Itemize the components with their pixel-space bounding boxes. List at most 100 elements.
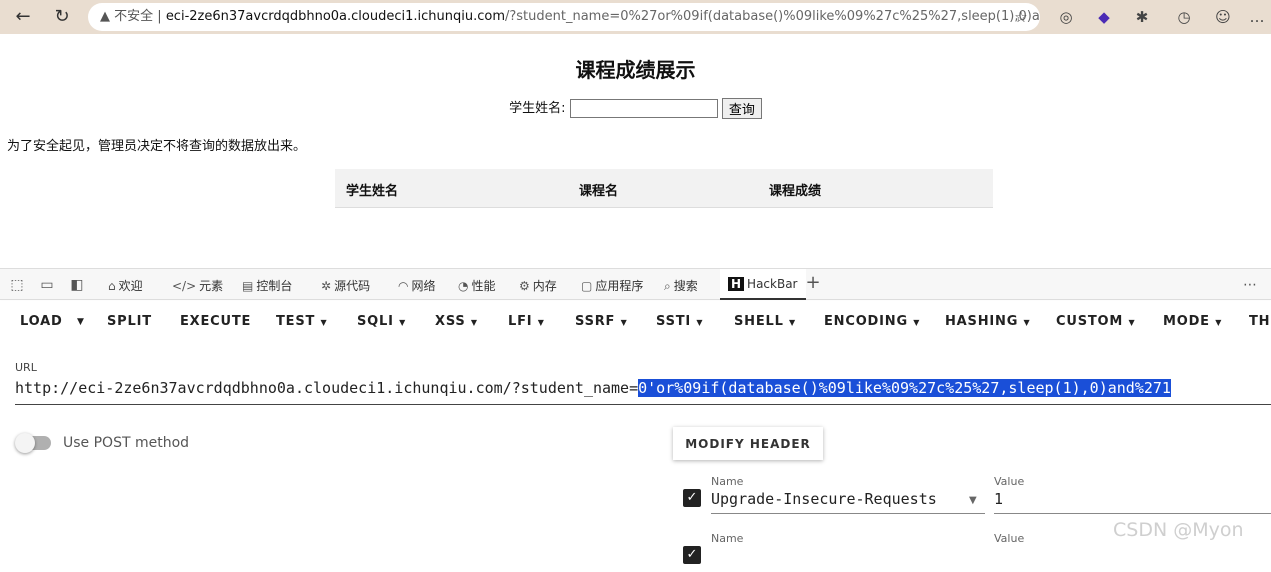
col-course-grade: 课程成绩: [769, 184, 822, 199]
hackbar-panel: URL http://eci-2ze6n37avcrdqdbhno0a.clou…: [0, 341, 1271, 564]
gauge-icon: ◔: [458, 279, 469, 293]
code-icon: </>: [172, 279, 197, 293]
menu-ssrf[interactable]: SSRF ▼: [575, 314, 628, 329]
url-prefix: http://eci-2ze6n37avcrdqdbhno0a.cloudeci…: [15, 379, 639, 397]
notice-text: 为了安全起见，管理员决定不将查询的数据放出来。: [7, 139, 307, 154]
app-icon: ▢: [581, 279, 593, 293]
header-checkbox[interactable]: ✓: [683, 489, 701, 507]
header-name-select[interactable]: Upgrade-Insecure-Requests: [711, 490, 985, 514]
more-menu-icon[interactable]: …: [1246, 6, 1268, 28]
menu-mode[interactable]: MODE ▼: [1163, 314, 1222, 329]
extension-diamond-icon[interactable]: ◆: [1093, 6, 1115, 28]
url-selected-payload: 0'or%09if(database()%09like%09%27c%25%27…: [638, 379, 1171, 397]
grades-table-header: 学生姓名 课程名 课程成绩: [335, 169, 993, 208]
menu-execute[interactable]: EXECUTE: [180, 314, 251, 329]
query-button[interactable]: 查询: [721, 98, 762, 119]
reload-icon[interactable]: ↻: [51, 6, 73, 28]
header-value-label: Value: [994, 532, 1025, 545]
device-icon[interactable]: ▭: [38, 276, 56, 294]
security-label: 不安全: [114, 9, 154, 24]
tab-network[interactable]: ◠ 网络: [398, 277, 436, 294]
header-value-input[interactable]: 1: [994, 490, 1271, 514]
student-name-input[interactable]: [569, 99, 718, 118]
chevron-down-icon: ▼: [1023, 318, 1031, 327]
hackbar-icon: H: [728, 277, 745, 291]
chevron-down-icon: ▼: [696, 318, 704, 327]
menu-lfi[interactable]: LFI ▼: [508, 314, 545, 329]
tab-application[interactable]: ▢ 应用程序: [581, 277, 643, 294]
favorite-star-icon[interactable]: ☆: [1010, 6, 1032, 28]
history-icon[interactable]: ◷: [1173, 6, 1195, 28]
chevron-down-icon: ▼: [537, 318, 545, 327]
header-name-label: Name: [711, 475, 744, 488]
menu-custom[interactable]: CUSTOM ▼: [1056, 314, 1135, 329]
devtools-more-icon[interactable]: ⋯: [1241, 276, 1259, 294]
menu-sqli[interactable]: SQLI ▼: [357, 314, 406, 329]
menu-ssti[interactable]: SSTI ▼: [656, 314, 703, 329]
devtools-tabbar: ⬚ ▭ ◧ ⌂ 欢迎 </> 元素 ▤ 控制台 ✲ 源代码 ◠ 网络 ◔ 性能 ⚙ 内存 ▢ 应…: [0, 268, 1271, 300]
chevron-down-icon: ▼: [913, 318, 921, 327]
dropdown-arrow-icon[interactable]: ▼: [969, 495, 977, 506]
url-label: URL: [15, 361, 37, 374]
console-icon: ▤: [242, 279, 254, 293]
extension-circle-icon[interactable]: ◎: [1055, 6, 1077, 28]
load-dropdown-icon[interactable]: ▼: [77, 317, 85, 327]
header-row: ✓ Name Upgrade-Insecure-Requests ▼ Value…: [683, 475, 1271, 515]
browser-toolbar: ← ↻ ▲ 不安全 | eci-2ze6n37avcrdqdbhno0a.clo…: [0, 0, 1271, 34]
home-icon: ⌂: [108, 279, 116, 293]
modify-header-button[interactable]: MODIFY HEADER: [673, 427, 823, 460]
back-icon[interactable]: ←: [12, 6, 34, 28]
url-host: eci-2ze6n37avcrdqdbhno0a.cloudeci1.ichun…: [165, 9, 505, 24]
warning-icon: ▲: [100, 9, 110, 24]
header-value-label: Value: [994, 475, 1025, 488]
chevron-down-icon: ▼: [620, 318, 628, 327]
header-checkbox[interactable]: ✓: [683, 546, 701, 564]
address-bar[interactable]: ▲ 不安全 | eci-2ze6n37avcrdqdbhno0a.cloudec…: [88, 3, 1040, 31]
watermark: CSDN @Myon: [1113, 519, 1244, 541]
post-method-label: Use POST method: [63, 435, 190, 451]
hackbar-toolbar: LOAD ▼ SPLIT EXECUTE TEST ▼ SQLI ▼ XSS ▼…: [0, 301, 1271, 341]
chevron-down-icon: ▼: [399, 318, 407, 327]
search-label: 学生姓名:: [509, 101, 566, 116]
chevron-down-icon: ▼: [470, 318, 478, 327]
wifi-icon: ◠: [398, 279, 409, 293]
menu-load[interactable]: LOAD: [20, 314, 63, 329]
col-course-name: 课程名: [579, 184, 619, 199]
tab-performance[interactable]: ◔ 性能: [458, 277, 496, 294]
chevron-down-icon: ▼: [320, 318, 328, 327]
menu-test[interactable]: TEST ▼: [276, 314, 327, 329]
tab-memory[interactable]: ⚙ 内存: [519, 277, 557, 294]
menu-xss[interactable]: XSS ▼: [435, 314, 478, 329]
extensions-puzzle-icon[interactable]: ✱: [1131, 6, 1153, 28]
toggle-knob: [15, 433, 35, 453]
header-name-label: Name: [711, 532, 744, 545]
add-tab-icon[interactable]: +: [804, 274, 822, 292]
search-icon: ⌕: [664, 279, 671, 293]
page-title: 课程成绩展示: [575, 58, 696, 82]
menu-split[interactable]: SPLIT: [107, 314, 152, 329]
tab-sources[interactable]: ✲ 源代码: [321, 277, 370, 294]
col-student-name: 学生姓名: [346, 184, 399, 199]
tab-search[interactable]: ⌕ 搜索: [664, 277, 698, 294]
chevron-down-icon: ▼: [1128, 318, 1136, 327]
menu-shell[interactable]: SHELL ▼: [734, 314, 796, 329]
tab-console[interactable]: ▤ 控制台: [242, 277, 292, 294]
url-path: /?student_name=0%27or%09if(database()%09…: [504, 9, 1040, 24]
tab-hackbar[interactable]: H HackBar: [720, 269, 806, 300]
profile-avatar-icon[interactable]: ☺: [1212, 6, 1234, 28]
bug-icon: ✲: [321, 279, 332, 293]
web-page: 课程成绩展示 学生姓名: 查询 为了安全起见，管理员决定不将查询的数据放出来。 …: [0, 34, 1271, 268]
chevron-down-icon: ▼: [1215, 318, 1223, 327]
tab-elements[interactable]: </> 元素: [172, 277, 223, 294]
tab-welcome[interactable]: ⌂ 欢迎: [108, 277, 143, 294]
menu-theme[interactable]: THE: [1249, 314, 1271, 329]
dock-icon[interactable]: ◧: [68, 276, 86, 294]
menu-encoding[interactable]: ENCODING ▼: [824, 314, 920, 329]
search-form: 学生姓名: 查询: [0, 97, 1271, 119]
menu-hashing[interactable]: HASHING ▼: [945, 314, 1030, 329]
post-method-toggle[interactable]: [15, 433, 51, 453]
chevron-down-icon: ▼: [789, 318, 796, 327]
inspect-icon[interactable]: ⬚: [8, 276, 26, 294]
gear-icon: ⚙: [519, 279, 530, 293]
url-input[interactable]: http://eci-2ze6n37avcrdqdbhno0a.cloudeci…: [15, 379, 1271, 405]
